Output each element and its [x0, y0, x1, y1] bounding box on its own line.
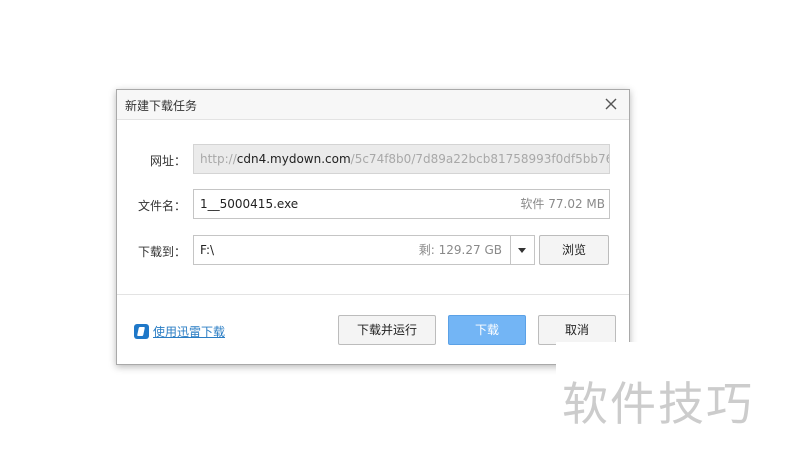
filename-field[interactable]: 1__5000415.exe 软件 77.02 MB	[193, 189, 610, 219]
url-path: /5c74f8b0/7d89a22bcb81758993f0df5bb7691	[350, 152, 610, 166]
download-button[interactable]: 下载	[448, 315, 526, 345]
dialog-titlebar: 新建下载任务	[117, 90, 629, 120]
use-xunlei-link[interactable]: 使用迅雷下载	[134, 323, 225, 340]
path-dropdown-button[interactable]	[510, 236, 534, 264]
filename-label: 文件名：	[138, 199, 187, 213]
save-path-value: F:\	[200, 243, 215, 257]
save-to-label: 下载到：	[138, 245, 187, 259]
filename-value: 1__5000415.exe	[200, 197, 299, 211]
close-icon[interactable]	[603, 96, 619, 112]
url-field[interactable]: http://cdn4.mydown.com/5c74f8b0/7d89a22b…	[193, 144, 610, 174]
watermark-text: 软件技巧	[562, 377, 754, 431]
file-size-info: 软件 77.02 MB	[520, 197, 605, 211]
use-xunlei-label: 使用迅雷下载	[153, 325, 226, 339]
free-space-info: 剩: 129.27 GB	[418, 243, 502, 257]
save-path-field[interactable]: F:\ 剩: 129.27 GB	[193, 235, 535, 265]
cancel-button[interactable]: 取消	[538, 315, 616, 345]
download-and-run-button[interactable]: 下载并运行	[338, 315, 436, 345]
browse-button[interactable]: 浏览	[539, 235, 609, 265]
footer-divider	[117, 294, 629, 295]
dialog-title: 新建下载任务	[125, 99, 198, 113]
url-host: cdn4.mydown.com	[236, 152, 351, 166]
xunlei-icon	[134, 324, 149, 339]
new-download-dialog: 新建下载任务 网址： http://cdn4.mydown.com/5c74f8…	[116, 89, 630, 365]
chevron-down-icon	[518, 248, 526, 253]
url-scheme: http://	[200, 152, 237, 166]
url-label: 网址：	[150, 154, 187, 168]
